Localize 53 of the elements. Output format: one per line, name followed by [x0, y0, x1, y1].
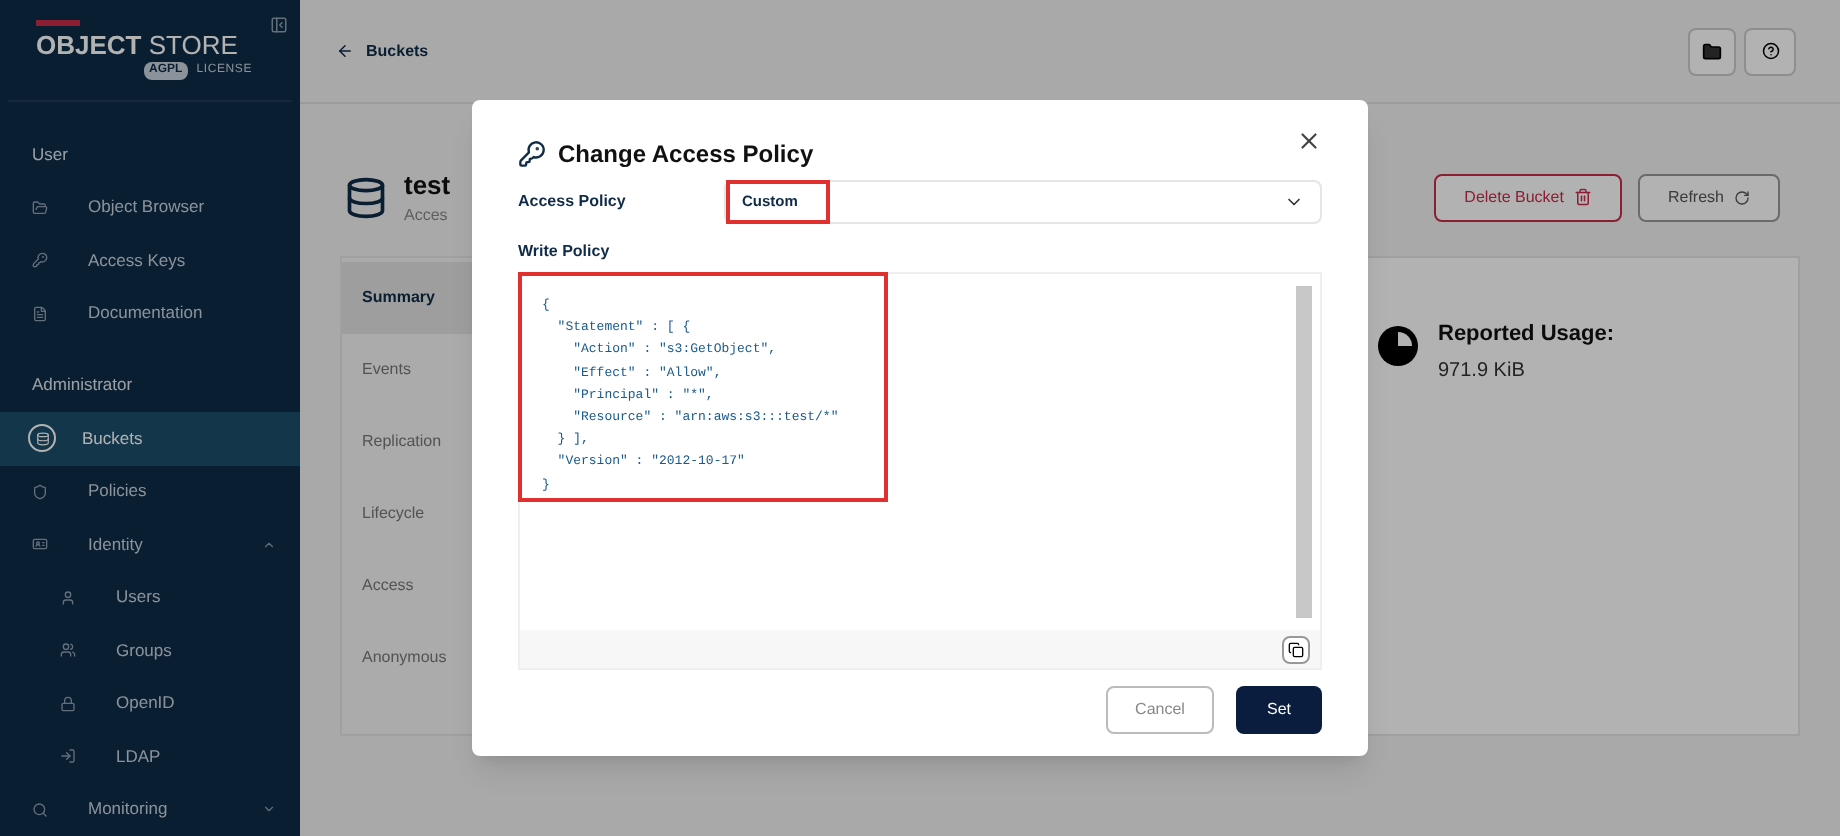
- usage-label: Reported Usage:: [1438, 320, 1615, 350]
- nav-icon: [60, 589, 76, 606]
- bucket-name: test: [404, 167, 451, 204]
- trash-icon: [1573, 188, 1592, 206]
- nav-icon: [60, 748, 76, 765]
- set-button[interactable]: Set: [1236, 686, 1322, 734]
- refresh-button[interactable]: Refresh: [1637, 173, 1780, 221]
- sidebar-item[interactable]: OpenID: [0, 677, 300, 730]
- delete-bucket-button[interactable]: Delete Bucket: [1434, 173, 1622, 221]
- nav-icon: [32, 305, 48, 322]
- key-icon: [518, 140, 546, 168]
- logo-mark: [36, 20, 80, 26]
- nav-icon: [60, 642, 76, 659]
- folder-button[interactable]: [1688, 27, 1736, 75]
- help-button[interactable]: [1744, 27, 1796, 75]
- sidebar-item[interactable]: Policies: [0, 465, 300, 518]
- refresh-icon: [1734, 189, 1750, 205]
- section-heading: User: [30, 141, 70, 167]
- cancel-button[interactable]: Cancel: [1106, 686, 1214, 734]
- copy-button[interactable]: [1282, 635, 1310, 663]
- usage-value: 971.9 KiB: [1438, 357, 1527, 385]
- back-link[interactable]: Buckets: [336, 39, 429, 63]
- copy-icon: [1288, 641, 1304, 657]
- modal-title: Change Access Policy: [558, 138, 814, 172]
- logo-title: OBJECT STORE: [36, 32, 240, 58]
- scrollbar[interactable]: [1296, 286, 1312, 618]
- sidebar-item[interactable]: Buckets: [0, 412, 300, 465]
- access-policy-label: Access Policy: [518, 190, 628, 214]
- sidebar-item[interactable]: Object Browser: [0, 181, 300, 234]
- section-heading: Administrator: [30, 372, 135, 398]
- sidebar-item[interactable]: LDAP: [0, 730, 300, 783]
- write-policy-label: Write Policy: [518, 240, 612, 264]
- nav-icon: [60, 695, 76, 712]
- sidebar-item[interactable]: Access Keys: [0, 234, 300, 287]
- nav-icon: [32, 536, 48, 553]
- collapse-icon[interactable]: [270, 16, 288, 34]
- folder-icon: [1702, 41, 1722, 61]
- bucket-subtitle: Acces: [404, 204, 450, 229]
- sidebar-item[interactable]: Users: [0, 571, 300, 624]
- sidebar-item[interactable]: Monitoring: [0, 783, 300, 836]
- nav-icon: [32, 801, 48, 818]
- help-icon: [1761, 42, 1779, 60]
- close-icon[interactable]: [1296, 127, 1322, 153]
- sidebar-item[interactable]: Documentation: [0, 287, 300, 340]
- back-arrow-icon: [336, 42, 354, 60]
- nav-icon: [32, 483, 48, 500]
- nav-icon: [32, 199, 48, 216]
- bucket-icon: [28, 424, 56, 453]
- nav-icon: [32, 252, 48, 269]
- pie-icon: [1378, 326, 1418, 366]
- sidebar-item[interactable]: Groups: [0, 624, 300, 677]
- bucket-icon: [344, 175, 388, 219]
- sidebar-item[interactable]: Identity: [0, 518, 300, 571]
